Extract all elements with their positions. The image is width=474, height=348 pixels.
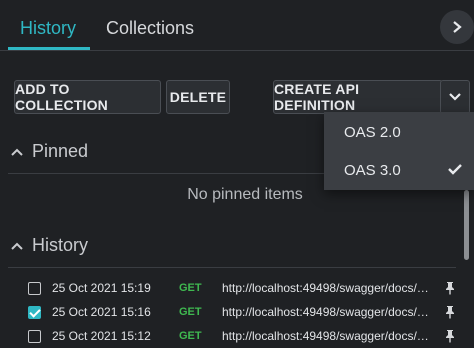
tab-collections[interactable]: Collections (106, 18, 194, 39)
chevron-right-icon (453, 21, 462, 33)
history-section-header[interactable]: History (10, 235, 88, 256)
row-date: 25 Oct 2021 15:16 (52, 305, 151, 319)
row-checkbox[interactable] (28, 282, 41, 295)
pin-button[interactable] (444, 329, 456, 346)
pin-button[interactable] (444, 305, 456, 322)
chevron-down-icon (449, 93, 461, 101)
api-definition-dropdown: OAS 2.0 OAS 3.0 (324, 112, 474, 190)
checkmark-icon (448, 162, 462, 179)
scrollbar-thumb[interactable] (464, 190, 469, 260)
section-divider (8, 267, 456, 268)
tab-divider (0, 50, 474, 51)
history-row[interactable]: 25 Oct 2021 15:12 GET http://localhost:4… (0, 325, 474, 348)
row-checkbox[interactable] (28, 306, 41, 319)
row-url: http://localhost:49498/swagger/docs/v1?u… (222, 305, 434, 319)
pin-icon (446, 306, 454, 319)
history-row[interactable]: 25 Oct 2021 15:16 GET http://localhost:4… (0, 301, 474, 325)
create-api-definition-menu-button[interactable] (440, 80, 470, 114)
dropdown-option-oas-3[interactable]: OAS 3.0 (324, 152, 474, 188)
row-date: 25 Oct 2021 15:12 (52, 329, 151, 343)
tab-bar: History Collections (0, 0, 474, 52)
row-url: http://localhost:49498/swagger/docs/v1?u… (222, 281, 434, 295)
pin-button[interactable] (444, 281, 456, 298)
dropdown-option-oas-2[interactable]: OAS 2.0 (324, 114, 474, 150)
row-method: GET (179, 306, 202, 318)
create-api-definition-button[interactable]: CREATE API DEFINITION (273, 80, 443, 114)
row-url: http://localhost:49498/swagger/docs/v1?u… (222, 329, 434, 343)
chevron-up-icon (11, 242, 23, 250)
dropdown-option-label: OAS 2.0 (344, 124, 401, 141)
history-section-title: History (32, 235, 89, 255)
row-method: GET (179, 330, 202, 342)
dropdown-option-label: OAS 3.0 (344, 162, 401, 179)
history-row[interactable]: 25 Oct 2021 15:19 GET http://localhost:4… (0, 277, 474, 301)
add-to-collection-button[interactable]: ADD TO COLLECTION (14, 80, 161, 114)
pin-icon (446, 282, 454, 295)
delete-button[interactable]: DELETE (166, 80, 230, 114)
pinned-section-title: Pinned (32, 141, 89, 161)
pinned-section-header[interactable]: Pinned (10, 141, 88, 162)
expand-panel-button[interactable] (440, 10, 474, 44)
row-date: 25 Oct 2021 15:19 (52, 281, 151, 295)
row-method: GET (179, 282, 202, 294)
tab-history[interactable]: History (20, 18, 76, 39)
pin-icon (446, 330, 454, 343)
chevron-up-icon (11, 148, 23, 156)
row-checkbox[interactable] (28, 330, 41, 343)
